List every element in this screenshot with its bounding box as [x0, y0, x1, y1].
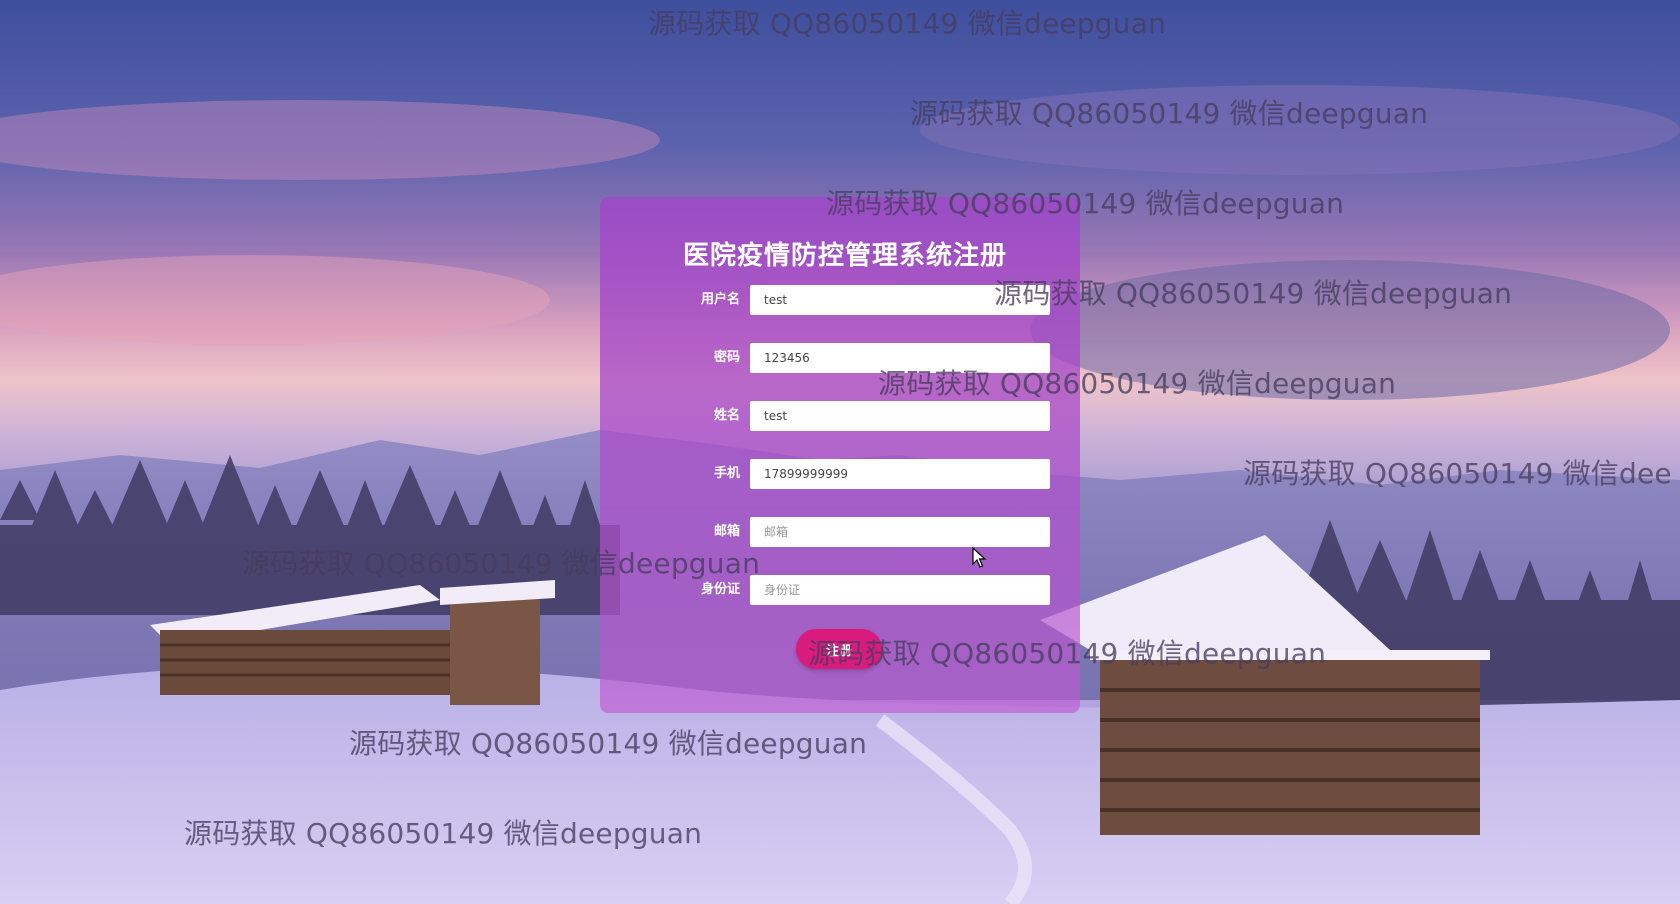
watermark-text: 源码获取 QQ86050149 微信deepguan [242, 547, 761, 580]
name-row: 姓名 [600, 401, 1080, 431]
username-label: 用户名 [700, 292, 740, 307]
id-card-input[interactable] [750, 575, 1050, 605]
watermark-text: 源码获取 QQ86050149 微信dee [1243, 457, 1672, 490]
watermark-text: 源码获取 QQ86050149 微信deepguan [184, 817, 703, 850]
email-label: 邮箱 [713, 524, 740, 539]
phone-row: 手机 [600, 459, 1080, 489]
mouse-cursor-icon [972, 547, 986, 568]
watermark-text: 源码获取 QQ86050149 微信deepguan [994, 277, 1513, 310]
watermark-text: 源码获取 QQ86050149 微信deepguan [878, 367, 1397, 400]
watermark-text: 源码获取 QQ86050149 微信deepguan [910, 97, 1429, 130]
watermark-text: 源码获取 QQ86050149 微信deepguan [808, 637, 1327, 670]
email-input[interactable] [750, 517, 1050, 547]
name-input[interactable] [750, 401, 1050, 431]
name-label: 姓名 [713, 408, 740, 423]
password-label: 密码 [713, 350, 740, 365]
phone-label: 手机 [713, 466, 740, 481]
watermark-text: 源码获取 QQ86050149 微信deepguan [648, 7, 1167, 40]
phone-input[interactable] [750, 459, 1050, 489]
page-title: 医院疫情防控管理系统注册 [682, 241, 1007, 271]
watermark-text: 源码获取 QQ86050149 微信deepguan [826, 187, 1345, 220]
watermark-text: 源码获取 QQ86050149 微信deepguan [349, 727, 868, 760]
